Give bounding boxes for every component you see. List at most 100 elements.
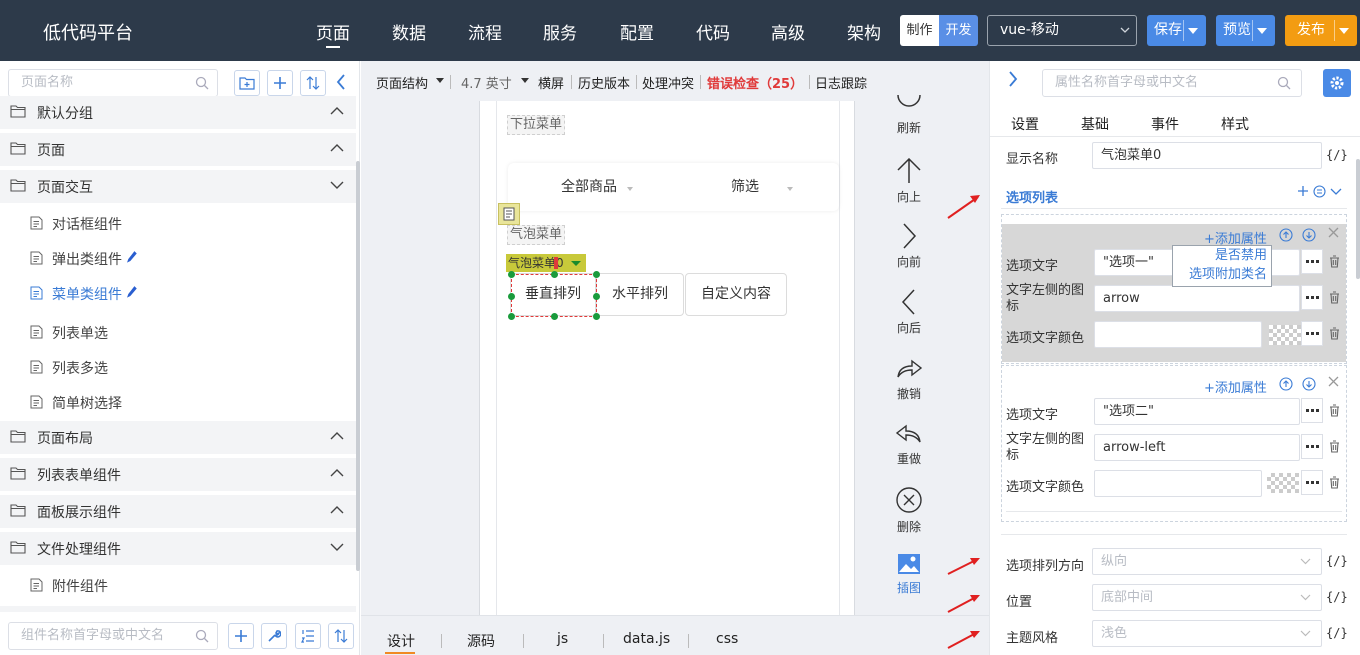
edit-pencil-icon[interactable] xyxy=(127,286,137,298)
tab-events[interactable]: 事件 xyxy=(1151,114,1179,134)
tab-design[interactable]: 设计 xyxy=(387,631,415,651)
caret-down-icon[interactable] xyxy=(436,78,444,83)
nav-service[interactable]: 服务 xyxy=(543,19,577,44)
move-up-tool[interactable]: 向上 xyxy=(884,158,934,205)
tab-css[interactable]: css xyxy=(716,631,738,647)
sort-button[interactable] xyxy=(300,70,326,96)
add-page-button[interactable] xyxy=(267,70,293,96)
list-item-menu[interactable]: 菜单类组件 xyxy=(0,276,356,311)
resize-handle[interactable] xyxy=(508,271,515,278)
backward-tool[interactable]: 向后 xyxy=(884,289,934,336)
tab-basic[interactable]: 基础 xyxy=(1081,114,1109,134)
chevron-right-icon[interactable] xyxy=(1008,71,1018,87)
trash-icon[interactable] xyxy=(1329,291,1340,304)
rotate-handle[interactable] xyxy=(554,257,558,269)
dropdown-menu-label[interactable]: 下拉菜单 xyxy=(507,115,566,135)
add-attribute-button[interactable]: +添加属性 xyxy=(1204,377,1267,396)
option-icon-input[interactable]: arrow-left xyxy=(1094,434,1300,461)
nav-architecture[interactable]: 架构 xyxy=(847,19,881,44)
group-panel-display[interactable]: 面板展示组件 xyxy=(0,495,356,528)
selection-box[interactable] xyxy=(508,271,600,320)
color-swatch[interactable] xyxy=(1267,473,1299,493)
tab-settings[interactable]: 设置 xyxy=(1011,114,1039,134)
close-icon[interactable] xyxy=(1328,376,1339,387)
more-button[interactable] xyxy=(1301,398,1323,423)
list-item-popup[interactable]: 弹出类组件 xyxy=(0,241,356,276)
expression-button[interactable]: {/} xyxy=(1326,590,1348,604)
resize-handle[interactable] xyxy=(593,271,600,278)
list-item-list-multi[interactable]: 列表多选 xyxy=(0,350,356,385)
right-scrollbar[interactable] xyxy=(1356,159,1360,279)
publish-button[interactable]: 发布 xyxy=(1285,15,1357,46)
component-handle-icon[interactable] xyxy=(498,203,520,225)
list-item-list-single[interactable]: 列表单选 xyxy=(0,315,356,350)
group-list-form[interactable]: 列表表单组件 xyxy=(0,458,356,491)
component-search-input[interactable]: 组件名称首字母或中文名 xyxy=(8,622,218,650)
trash-icon[interactable] xyxy=(1329,404,1340,417)
tab-style[interactable]: 样式 xyxy=(1221,114,1249,134)
move-up-icon[interactable] xyxy=(1279,377,1293,391)
page-search-input[interactable]: 页面名称 xyxy=(8,69,218,97)
redo-tool[interactable]: 重做 xyxy=(884,422,934,467)
add-component-button[interactable] xyxy=(228,623,254,649)
expression-button[interactable]: {/} xyxy=(1326,148,1348,162)
nav-data[interactable]: 数据 xyxy=(392,19,426,44)
page-structure-button[interactable]: 页面结构 xyxy=(376,73,428,92)
list-item-dialog[interactable]: 对话框组件 xyxy=(0,206,356,241)
group-page-interaction[interactable]: 页面交互 xyxy=(0,170,356,203)
resize-handle[interactable] xyxy=(551,271,558,278)
expression-button[interactable]: {/} xyxy=(1326,554,1348,568)
group-default[interactable]: 默认分组 xyxy=(0,96,356,129)
position-select[interactable]: 底部中间 xyxy=(1092,584,1322,611)
settings-button[interactable] xyxy=(1323,69,1351,97)
tab-js[interactable]: js xyxy=(557,631,568,647)
option-color-input[interactable] xyxy=(1094,321,1262,348)
caret-down-icon[interactable] xyxy=(570,261,581,266)
resize-handle[interactable] xyxy=(508,293,515,300)
chevron-down-icon[interactable] xyxy=(1330,188,1342,196)
list-order-button[interactable] xyxy=(295,623,321,649)
resize-handle[interactable] xyxy=(593,313,600,320)
more-button[interactable] xyxy=(1301,285,1323,310)
theme-select[interactable]: 浅色 xyxy=(1092,620,1322,647)
tools-button[interactable] xyxy=(261,623,287,649)
forward-tool[interactable]: 向前 xyxy=(884,223,934,270)
framework-select[interactable]: vue-移动 xyxy=(987,15,1137,46)
dropdown-menu-bar[interactable]: 全部商品 筛选 xyxy=(508,163,839,211)
caret-down-icon[interactable] xyxy=(1188,28,1198,34)
edit-pencil-icon[interactable] xyxy=(127,251,137,263)
move-down-icon[interactable] xyxy=(1302,377,1316,391)
move-up-icon[interactable] xyxy=(1279,228,1293,242)
property-search-input[interactable]: 属性名称首字母或中文名 xyxy=(1042,69,1302,97)
save-button[interactable]: 保存 xyxy=(1147,15,1206,46)
resize-handle[interactable] xyxy=(593,293,600,300)
sort-component-button[interactable] xyxy=(328,623,354,649)
nav-flow[interactable]: 流程 xyxy=(468,19,502,44)
dropdown-all-goods[interactable]: 全部商品 xyxy=(561,176,617,196)
preview-button[interactable]: 预览 xyxy=(1216,15,1275,46)
mode-make-button[interactable]: 制作 xyxy=(900,15,939,46)
group-page[interactable]: 页面 xyxy=(0,133,356,166)
horizontal-layout-button[interactable]: 水平排列 xyxy=(596,273,684,316)
undo-tool[interactable]: 撤销 xyxy=(884,357,934,402)
insert-image-tool[interactable]: 插图 xyxy=(884,553,934,596)
nav-page[interactable]: 页面 xyxy=(316,19,350,44)
nav-code[interactable]: 代码 xyxy=(696,19,730,44)
trash-icon[interactable] xyxy=(1329,255,1340,268)
dropdown-filter[interactable]: 筛选 xyxy=(731,176,759,196)
list-options-icon[interactable] xyxy=(1313,185,1326,198)
more-button[interactable] xyxy=(1301,249,1323,274)
more-button[interactable] xyxy=(1301,470,1323,495)
bubble-menu-label[interactable]: 气泡菜单 xyxy=(507,225,566,245)
list-item-tree-select[interactable]: 简单树选择 xyxy=(0,385,356,420)
tab-data-js[interactable]: data.js xyxy=(623,631,670,647)
list-item-attachment[interactable]: 附件组件 xyxy=(0,568,356,603)
popup-disabled-option[interactable]: 是否禁用 xyxy=(1173,246,1267,265)
direction-select[interactable]: 纵向 xyxy=(1092,548,1322,575)
caret-down-icon[interactable] xyxy=(1339,28,1349,34)
trash-icon[interactable] xyxy=(1329,327,1340,340)
more-button[interactable] xyxy=(1301,434,1323,459)
add-folder-button[interactable] xyxy=(234,70,260,96)
color-swatch[interactable] xyxy=(1269,325,1301,345)
caret-down-icon[interactable] xyxy=(1257,28,1267,34)
